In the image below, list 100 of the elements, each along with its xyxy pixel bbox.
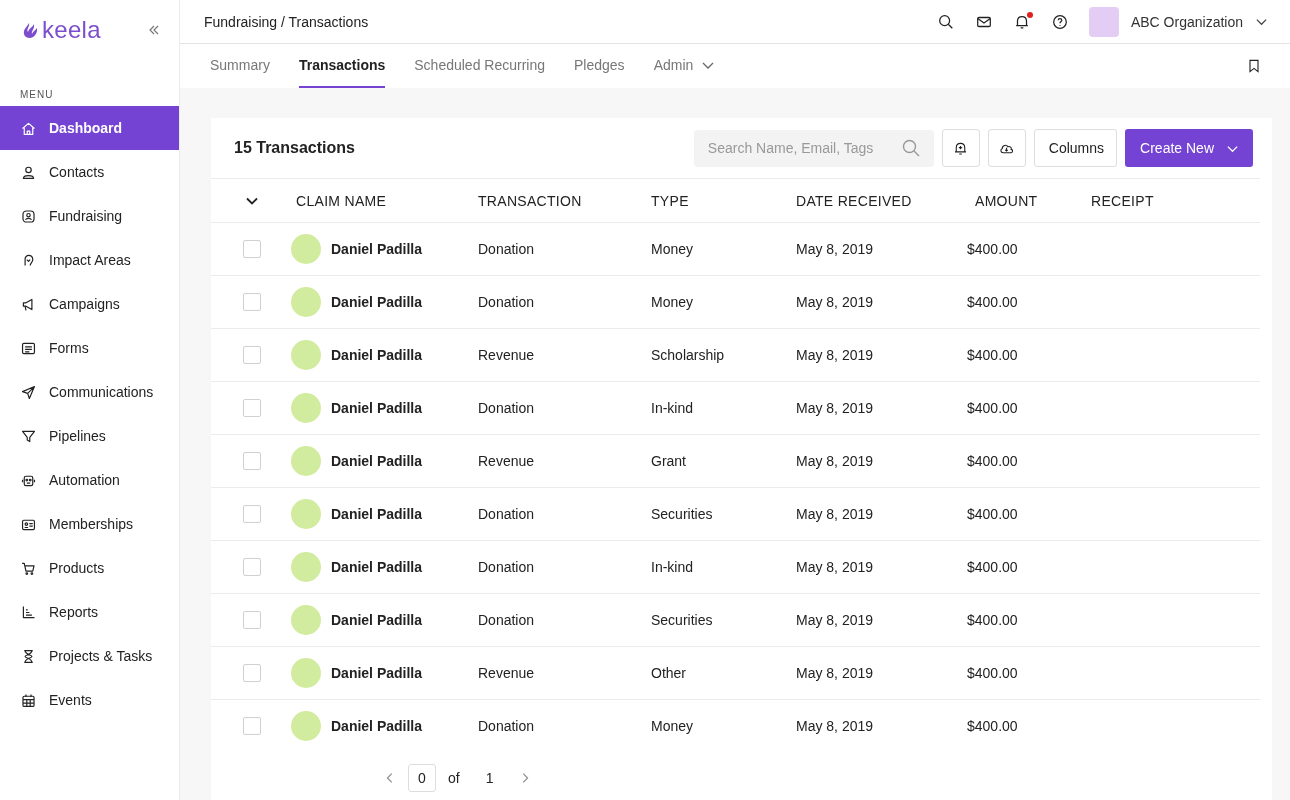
sidebar-item[interactable]: Forms	[0, 326, 179, 370]
table-cell: $400.00	[967, 559, 1018, 575]
checkbox[interactable]	[242, 505, 261, 523]
table-cell: Money	[651, 294, 694, 310]
table-cell: Donation	[478, 506, 535, 522]
organization-avatar	[1088, 6, 1119, 37]
column-header: CLAIM NAME	[296, 192, 387, 209]
download-button[interactable]	[987, 129, 1026, 167]
sidebar-item[interactable]: Communications	[0, 370, 179, 414]
checkbox[interactable]	[242, 346, 261, 364]
page-of-label: of	[448, 770, 460, 786]
tab[interactable]: Pledges	[574, 44, 625, 88]
tab[interactable]: Scheduled Recurring	[414, 44, 546, 88]
table-cell: Donation	[478, 559, 535, 575]
sidebar-item[interactable]: Pipelines	[0, 414, 179, 458]
sidebar-item[interactable]: Automation	[0, 458, 179, 502]
avatar	[291, 499, 321, 529]
table-cell: Revenue	[478, 347, 535, 363]
table-cell: In-kind	[651, 400, 694, 416]
help-icon[interactable]	[1050, 12, 1069, 31]
sidebar-item[interactable]: Reports	[0, 590, 179, 634]
avatar	[291, 711, 321, 741]
avatar	[291, 340, 321, 370]
table-cell: Donation	[478, 718, 535, 734]
table-cell: $400.00	[967, 294, 1018, 310]
checkbox[interactable]	[242, 240, 261, 258]
table-cell: Donation	[478, 294, 535, 310]
table-cell: Other	[651, 665, 686, 681]
table-cell: Securities	[651, 506, 713, 522]
table-cell: May 8, 2019	[796, 400, 874, 416]
table-cell: Daniel Padilla	[331, 718, 423, 734]
table-cell: Daniel Padilla	[331, 612, 423, 628]
table-cell: $400.00	[967, 347, 1018, 363]
table-cell: Daniel Padilla	[331, 559, 423, 575]
table-cell: May 8, 2019	[796, 718, 874, 734]
tab[interactable]: Summary	[210, 44, 270, 88]
sidebar-item[interactable]: Products	[0, 546, 179, 590]
table-cell: $400.00	[967, 241, 1018, 257]
table-cell: Donation	[478, 400, 535, 416]
column-header: TRANSACTION	[478, 192, 582, 209]
organization-menu[interactable]: ABC Organization	[1088, 6, 1268, 37]
sidebar-item[interactable]: Projects & Tasks	[0, 634, 179, 678]
sidebar-item[interactable]: Contacts	[0, 150, 179, 194]
search-icon	[900, 137, 921, 158]
search-icon[interactable]	[936, 12, 955, 31]
column-header: AMOUNT	[975, 192, 1038, 209]
paper-plane-icon	[20, 383, 37, 401]
table-cell: May 8, 2019	[796, 347, 874, 363]
table-cell: May 8, 2019	[796, 612, 874, 628]
transactions-count: 15 Transactions	[234, 139, 355, 157]
avatar	[291, 446, 321, 476]
avatar	[291, 234, 321, 264]
table-cell: Daniel Padilla	[331, 294, 423, 310]
checkbox[interactable]	[242, 664, 261, 682]
table-cell: $400.00	[967, 453, 1018, 469]
table-cell: Daniel Padilla	[331, 665, 423, 681]
table-cell: May 8, 2019	[796, 241, 874, 257]
avatar	[291, 287, 321, 317]
create-new-button[interactable]: Create New	[1125, 129, 1253, 167]
coin-user-icon	[20, 207, 37, 225]
search-field[interactable]: Search Name, Email, Tags	[693, 129, 934, 167]
table-cell: In-kind	[651, 559, 694, 575]
collapse-icon[interactable]	[147, 23, 161, 37]
table-cell: Daniel Padilla	[331, 506, 423, 522]
sidebar-item[interactable]: Events	[0, 678, 179, 722]
sidebar-item[interactable]: Campaigns	[0, 282, 179, 326]
column-header: RECEIPT	[1091, 192, 1154, 209]
table-cell: Daniel Padilla	[331, 347, 423, 363]
checkbox[interactable]	[242, 717, 261, 735]
sidebar-item[interactable]: Dashboard	[0, 106, 179, 150]
checkbox[interactable]	[242, 452, 261, 470]
sidebar-item[interactable]: Impact Areas	[0, 238, 179, 282]
table-cell: $400.00	[967, 718, 1018, 734]
page-number-field[interactable]: 0	[408, 764, 436, 792]
add-alert-button[interactable]	[941, 129, 980, 167]
checkbox[interactable]	[242, 611, 261, 629]
tab[interactable]: Admin	[653, 44, 716, 88]
table-cell: Money	[651, 241, 694, 257]
table-cell: Scholarship	[651, 347, 725, 363]
bookmark-icon[interactable]	[1246, 58, 1262, 74]
table-cell: Donation	[478, 241, 535, 257]
tab[interactable]: Transactions	[298, 44, 386, 88]
table-cell: Money	[651, 718, 694, 734]
table-cell: May 8, 2019	[796, 559, 874, 575]
columns-button[interactable]: Columns	[1033, 129, 1118, 167]
avatar	[291, 552, 321, 582]
sidebar-item[interactable]: Memberships	[0, 502, 179, 546]
sidebar-item[interactable]: Fundraising	[0, 194, 179, 238]
menu-heading: MENU	[19, 88, 55, 102]
checkbox[interactable]	[242, 293, 261, 311]
table-cell: May 8, 2019	[796, 665, 874, 681]
checkbox[interactable]	[242, 558, 261, 576]
table-cell: $400.00	[967, 400, 1018, 416]
checkbox[interactable]	[242, 399, 261, 417]
logo-text: keela	[42, 16, 101, 44]
table-cell: Revenue	[478, 453, 535, 469]
table-cell: $400.00	[967, 665, 1018, 681]
avatar	[291, 658, 321, 688]
table-cell: Donation	[478, 612, 535, 628]
table-cell: May 8, 2019	[796, 506, 874, 522]
